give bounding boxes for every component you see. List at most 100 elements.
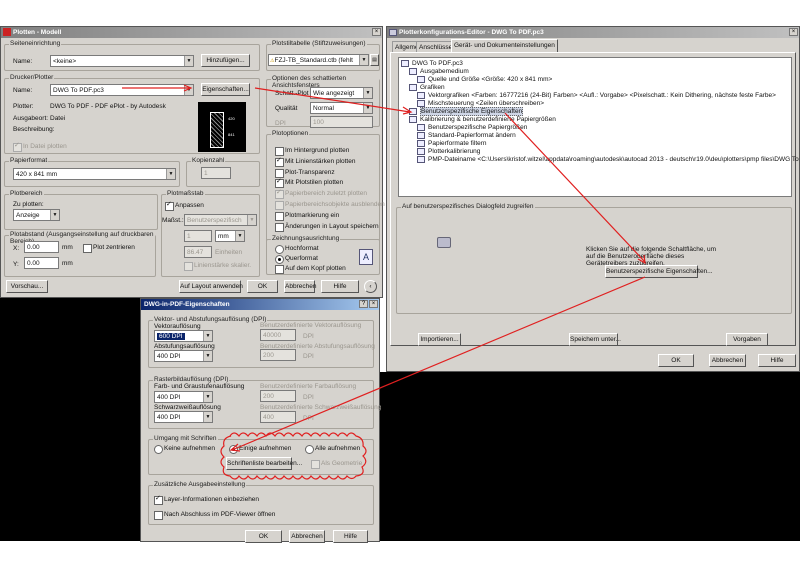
fit-to-paper-checkbox[interactable]: Anpassen [165,200,204,211]
tree-item-label: Grafiken [420,84,445,91]
tree-item-label: Mischsteuerung <Zeilen überschreiben> [428,100,544,107]
close-icon[interactable]: × [789,28,798,36]
ok-button[interactable]: OK [658,354,694,367]
config-titlebar[interactable]: Plotterkonfigurations-Editor - DWG To PD… [387,27,799,38]
units-label: Einheiten [215,249,243,256]
close-icon[interactable]: × [369,300,378,308]
dpi-input[interactable]: 100 [310,116,373,128]
plot-option-checkbox[interactable]: Änderungen in Layout speichern [275,222,379,232]
plot-option-checkbox[interactable]: Mit Plotstilen plotten [275,177,343,189]
tree-item[interactable]: Grafiken [409,84,445,91]
help-icon[interactable]: ? [359,300,368,308]
tree-item[interactable]: Plotterkalibrierung [417,148,480,155]
tree-item[interactable]: PMP-Dateiname <C:\Users\kristof.witzel\a… [417,156,800,163]
custom-properties-button[interactable]: Benutzerspezifische Eigenschaften... [605,265,713,278]
tab-ports[interactable]: Anschlüsse [416,41,456,52]
printer-properties-button[interactable]: Eigenschaften... [201,83,250,96]
scale-lineweights-checkbox[interactable]: Linienstärke skalier. [184,262,251,271]
bw-resolution-combo[interactable]: 400 DPI ▼ [154,411,213,423]
plot-option-checkbox[interactable]: Plot-Transparenz [275,168,335,178]
add-page-setup-button[interactable]: Hinzufügen... [201,54,250,67]
defaults-button[interactable]: Vorgaben [726,333,768,346]
quality-label: Qualität [275,105,298,112]
custom-gradient-input[interactable]: 200 [260,349,296,361]
y-offset-input[interactable]: 0.00 [24,257,59,269]
paper-preview: 420 841 [198,102,246,152]
plot-option-checkbox[interactable]: Mit Linienstärken plotten [275,156,355,167]
scale-units-input[interactable]: 86.47 [184,246,212,258]
center-plot-checkbox[interactable]: Plot zentrieren [83,244,135,253]
apply-to-layout-button[interactable]: Auf Layout anwenden [179,280,243,293]
plot-option-checkbox[interactable]: Papierbereich zuletzt plotten [275,188,367,200]
scale-combo[interactable]: Benutzerspezifisch ▼ [184,214,257,226]
edit-plot-style-button[interactable]: ▤ [370,54,379,66]
tree-item[interactable]: Vektorgrafiken <Farben: 16777216 (24-Bit… [417,92,776,99]
preview-button[interactable]: Vorschau... [6,280,48,293]
tree-item[interactable]: Kalibrierung & benutzerdefinierte Papier… [409,116,556,123]
ok-button[interactable]: OK [247,280,278,293]
vector-resolution-combo[interactable]: 600 DPI ▼ [154,330,213,342]
embed-all-radio[interactable]: Alle aufnehmen [305,445,360,454]
dpi-unit: DPI [303,394,314,401]
plot-style-combo[interactable]: ⚠FZJ-TB_Standard.ctb (fehlt ▼ [268,54,369,66]
x-offset-input[interactable]: 0.00 [24,241,59,253]
page-setup-combo[interactable]: <keine> ▼ [50,55,194,67]
save-as-button[interactable]: Speichern unter... [569,333,621,346]
color-resolution-combo[interactable]: 400 DPI ▼ [154,391,213,403]
paper-size-combo[interactable]: 420 x 841 mm ▼ [13,168,176,180]
dpi-unit: DPI [303,333,314,340]
tree-item[interactable]: DWG To PDF.pc3 [401,60,463,67]
edit-font-list-button[interactable]: Schriftenliste bearbeiten... [226,457,302,470]
ok-button[interactable]: OK [245,530,282,543]
tree-item[interactable]: Papierformate filtern [417,140,487,147]
custom-vector-input[interactable]: 40000 [260,329,296,341]
plot-option-checkbox[interactable]: Im Hintergrund plotten [275,147,349,156]
custom-bw-input[interactable]: 400 [260,411,296,423]
tree-node-icon [417,148,425,155]
preview-height-label: 841 [228,132,235,137]
scale-unit-combo[interactable]: mm ▼ [215,230,245,242]
plot-to-file-checkbox[interactable]: In Datei plotten [13,141,67,152]
tree-item[interactable]: Mischsteuerung <Zeilen überschreiben> [417,100,544,107]
upside-down-checkbox[interactable]: Auf dem Kopf plotten [275,265,346,274]
cancel-button[interactable]: Abbrechen [284,280,316,293]
bw-resolution-label: Schwarzweißauflösung [154,404,221,411]
tree-item[interactable]: Benutzerspezifische Eigenschaften [409,107,524,116]
tree-item[interactable]: Benutzerspezifische Papiergrößen [417,124,527,131]
pdf-titlebar[interactable]: DWG-in-PDF-Eigenschaften [141,299,379,310]
custom-color-input[interactable]: 200 [260,390,296,402]
settings-tree[interactable]: DWG To PDF.pc3 Ausgabemedium Quelle und Gr… [398,57,800,197]
import-button[interactable]: Importieren... [418,333,461,346]
landscape-radio[interactable]: Querformat [275,255,318,264]
tree-item-label: Kalibrierung & benutzerdefinierte Papier… [420,116,556,123]
plot-option-checkbox[interactable]: Plotmarkierung ein [275,211,339,221]
embed-some-radio[interactable]: Einige aufnehmen [229,445,291,454]
help-button[interactable]: Hilfe [758,354,796,367]
scale-value-input[interactable]: 1 [184,230,212,242]
help-button[interactable]: Hilfe [321,280,359,293]
close-icon[interactable]: × [372,28,381,36]
as-geometry-checkbox[interactable]: Als Geometrie [311,460,362,469]
tab-device-settings[interactable]: Gerät- und Dokumenteinstellungen [451,39,558,52]
portrait-radio[interactable]: Hochformat [275,245,319,254]
embed-none-radio[interactable]: Keine aufnehmen [154,445,215,454]
gradient-resolution-combo[interactable]: 400 DPI ▼ [154,350,213,362]
tree-item[interactable]: Quelle und Größe <Größe: 420 x 841 mm> [417,76,552,83]
plot-option-checkbox[interactable]: Papierbereichsobjekte ausblenden [275,201,385,210]
include-layers-checkbox[interactable]: Layer-Informationen einbeziehen [154,494,259,505]
tree-item[interactable]: Ausgabemedium [409,68,469,75]
cancel-button[interactable]: Abbrechen [709,354,746,367]
cancel-button[interactable]: Abbrechen [289,530,325,543]
shade-plot-combo[interactable]: Wie angezeigt ▼ [310,87,373,99]
tree-node-icon [417,140,425,147]
collapse-icon[interactable]: ‹ [364,280,377,293]
description-label: Beschreibung: [13,126,55,133]
printer-combo[interactable]: DWG To PDF.pc3 ▼ [50,84,194,96]
what-to-plot-combo[interactable]: Anzeige ▼ [13,209,60,221]
open-viewer-checkbox[interactable]: Nach Abschluss im PDF-Viewer öffnen [154,511,275,520]
help-button[interactable]: Hilfe [333,530,368,543]
plot-dialog-titlebar[interactable]: Plotten - Modell [1,27,382,38]
copies-spinner[interactable]: 1 [201,167,231,179]
quality-combo[interactable]: Normal ▼ [310,102,373,114]
tree-item[interactable]: Standard-Papierformat ändern [417,132,516,139]
